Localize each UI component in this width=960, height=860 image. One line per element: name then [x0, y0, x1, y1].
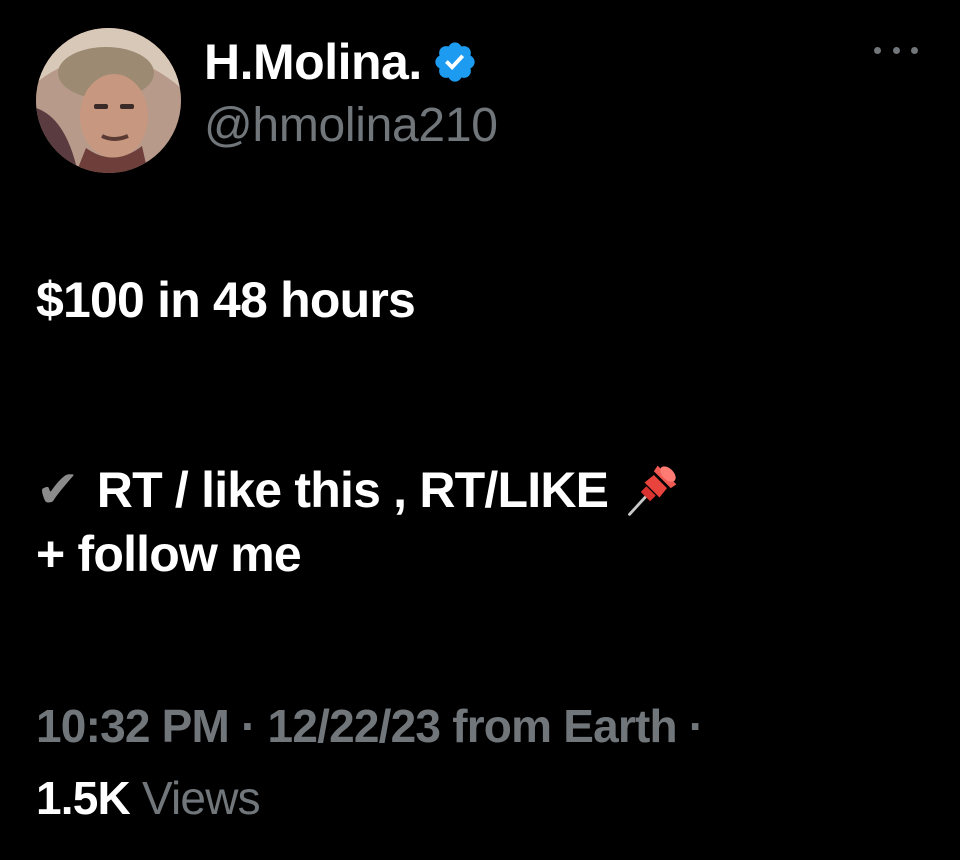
user-handle[interactable]: @hmolina210: [204, 96, 498, 156]
avatar[interactable]: [36, 28, 181, 173]
tweet-date[interactable]: 12/22/23: [268, 700, 441, 752]
separator: ·: [688, 700, 704, 752]
name-row: H.Molina.: [204, 32, 498, 92]
tweet-card: H.Molina. @hmolina210 $100 in 48 hours ✔…: [0, 0, 960, 860]
tweet-time[interactable]: 10:32 PM: [36, 700, 230, 752]
tweet-line-1: $100 in 48 hours: [36, 272, 416, 328]
tweet-line-2-text: RT / like this , RT/LIKE: [96, 462, 609, 518]
tweet-line-2: ✔ RT / like this , RT/LIKE: [36, 458, 926, 522]
avatar-image: [36, 28, 181, 173]
views-count: 1.5K: [36, 772, 131, 824]
tweet-metadata: 10:32 PM · 12/22/23 from Earth · 1.5K Vi…: [36, 690, 936, 834]
verified-badge-icon: [435, 42, 475, 82]
more-options-icon[interactable]: [874, 40, 918, 60]
more-dot: [911, 46, 918, 54]
views-label: Views: [141, 772, 261, 824]
check-mark-icon: ✔: [36, 461, 80, 519]
timestamp-row: 10:32 PM · 12/22/23 from Earth ·: [36, 690, 936, 762]
more-dot: [874, 46, 881, 54]
tweet-line-3: + follow me: [36, 526, 302, 582]
display-name[interactable]: H.Molina.: [204, 32, 422, 92]
tweet-text: $100 in 48 hours ✔ RT / like this , RT/L…: [36, 268, 926, 586]
separator: ·: [241, 700, 256, 752]
user-info: H.Molina. @hmolina210: [204, 32, 498, 156]
views-row[interactable]: 1.5K Views: [36, 762, 936, 834]
tweet-source: from Earth: [452, 700, 677, 752]
pushpin-icon: [628, 465, 677, 516]
more-dot: [892, 46, 900, 54]
